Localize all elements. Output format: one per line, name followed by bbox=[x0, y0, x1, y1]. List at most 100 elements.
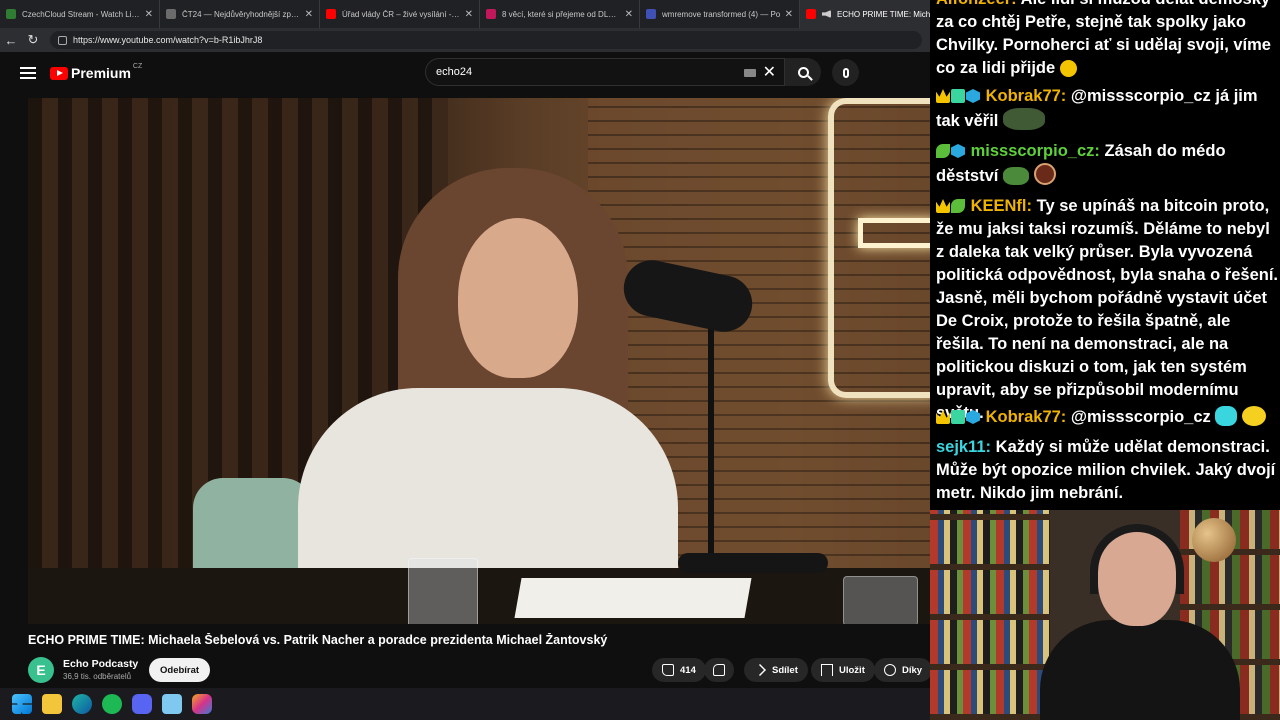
chat-message: Kobrak77: @missscorpio_cz bbox=[936, 406, 1278, 429]
globe-decoration bbox=[1192, 518, 1236, 562]
tab-title: wmremove transformed (4) — Po bbox=[662, 9, 781, 19]
chat-username[interactable]: missscorpio_cz: bbox=[971, 142, 1100, 160]
channel-row: E Echo Podcasty 36,9 tis. odběratelů Ode… bbox=[28, 655, 933, 685]
share-label: Sdílet bbox=[772, 664, 798, 676]
subscribe-button[interactable]: Odebírat bbox=[149, 658, 211, 682]
video-table bbox=[28, 568, 930, 624]
tab-close-icon[interactable]: ✕ bbox=[145, 9, 153, 20]
chat-text: @missscorpio_cz bbox=[1070, 408, 1211, 426]
bookmark-icon bbox=[821, 664, 833, 676]
microphone-icon bbox=[842, 67, 849, 78]
notepad-icon[interactable] bbox=[162, 694, 182, 714]
chat-username[interactable]: Alfonzeer: bbox=[936, 0, 1017, 8]
site-info-icon[interactable] bbox=[58, 35, 67, 45]
address-bar: ← ↻ https://www.youtube.com/watch?v=b-R1… bbox=[0, 28, 930, 52]
youtube-header: Premium CZ echo24 ✕ bbox=[0, 52, 930, 94]
spotify-icon[interactable] bbox=[102, 694, 122, 714]
share-button[interactable]: Sdílet bbox=[744, 658, 808, 682]
tab-title: 8 věcí, které si přejeme od DLC pro bbox=[502, 9, 621, 19]
speaker-icon[interactable] bbox=[822, 10, 831, 18]
tab-close-icon[interactable]: ✕ bbox=[785, 9, 793, 20]
thumbs-down-icon bbox=[713, 664, 725, 676]
screen: CzechCloud Stream - Watch Live o ✕ ČT24 … bbox=[0, 0, 1280, 720]
back-button[interactable]: ← bbox=[0, 29, 22, 51]
video-glass bbox=[408, 558, 478, 624]
broadcaster-crown-icon bbox=[936, 410, 950, 424]
taskbar bbox=[0, 688, 930, 720]
discord-icon[interactable] bbox=[132, 694, 152, 714]
file-explorer-icon[interactable] bbox=[42, 694, 62, 714]
computer-emote-icon bbox=[1215, 406, 1238, 426]
edge-browser-icon[interactable] bbox=[72, 694, 92, 714]
like-count: 414 bbox=[680, 664, 696, 676]
chat-username[interactable]: sejk11: bbox=[936, 438, 991, 456]
video-neon-sign-detail bbox=[858, 218, 930, 248]
tab-czechcloud[interactable]: CzechCloud Stream - Watch Live o ✕ bbox=[0, 0, 160, 28]
tab-title: ECHO PRIME TIME: Micha bbox=[837, 9, 930, 19]
chat-username[interactable]: KEENfl: bbox=[971, 197, 1032, 215]
channel-avatar[interactable]: E bbox=[28, 657, 54, 683]
windows-start-icon[interactable] bbox=[12, 694, 32, 714]
menu-icon[interactable] bbox=[20, 67, 36, 79]
subscriber-cube-icon bbox=[951, 144, 965, 158]
chat-username[interactable]: Kobrak77: bbox=[986, 408, 1067, 426]
url-text: https://www.youtube.com/watch?v=b-R1ibJh… bbox=[73, 35, 263, 45]
chat-username[interactable]: Kobrak77: bbox=[986, 87, 1067, 105]
video-neon-sign bbox=[828, 98, 930, 398]
tab-title: ČT24 — Nejdůvěryhodnější zpravo bbox=[182, 9, 301, 19]
thanks-button[interactable]: Díky bbox=[874, 658, 933, 682]
tab-close-icon[interactable]: ✕ bbox=[465, 9, 473, 20]
search-button[interactable] bbox=[785, 58, 821, 86]
streamer-body bbox=[1040, 620, 1240, 720]
youtube-logo[interactable]: Premium CZ bbox=[50, 62, 143, 81]
country-code: CZ bbox=[132, 62, 143, 70]
like-button[interactable]: 414 bbox=[652, 658, 706, 682]
tab-bar: CzechCloud Stream - Watch Live o ✕ ČT24 … bbox=[0, 0, 930, 28]
youtube-play-icon bbox=[50, 66, 68, 80]
tab-close-icon[interactable]: ✕ bbox=[625, 9, 633, 20]
reload-button[interactable]: ↻ bbox=[22, 29, 44, 51]
duck-emote-icon bbox=[1241, 406, 1266, 426]
video-speaker-face bbox=[458, 218, 578, 378]
tab-echo-prime-time[interactable]: ECHO PRIME TIME: Micha bbox=[800, 0, 930, 28]
share-icon bbox=[754, 664, 766, 676]
copilot-icon[interactable] bbox=[192, 694, 212, 714]
video-mic-base bbox=[678, 553, 828, 573]
streamer-webcam bbox=[930, 510, 1280, 720]
voice-search-button[interactable] bbox=[832, 59, 859, 86]
clear-search-icon[interactable]: ✕ bbox=[763, 62, 776, 82]
tab-ct24[interactable]: ČT24 — Nejdůvěryhodnější zpravo ✕ bbox=[160, 0, 320, 28]
url-field[interactable]: https://www.youtube.com/watch?v=b-R1ibJh… bbox=[50, 31, 922, 49]
tab-title: Úřad vlády ČR – živé vysílání - You bbox=[342, 9, 461, 19]
chat-message: sejk11: Každý si může udělat demonstraci… bbox=[936, 436, 1278, 505]
ball-emote-icon bbox=[1033, 163, 1056, 185]
chat-text: @missscorpio_cz já jim tak věřil bbox=[936, 87, 1258, 130]
thumbs-up-icon bbox=[662, 664, 674, 676]
browser-window: CzechCloud Stream - Watch Live o ✕ ČT24 … bbox=[0, 0, 933, 688]
frog-emote-icon bbox=[1002, 108, 1045, 130]
tab-close-icon[interactable]: ✕ bbox=[305, 9, 313, 20]
tab-title: CzechCloud Stream - Watch Live o bbox=[22, 9, 141, 19]
video-player[interactable] bbox=[28, 98, 930, 624]
dislike-button[interactable] bbox=[704, 658, 734, 682]
subscriber-cube-icon bbox=[966, 89, 980, 103]
thanks-icon bbox=[884, 664, 896, 676]
tab-urad-vlady[interactable]: Úřad vlády ČR – živé vysílání - You ✕ bbox=[320, 0, 480, 28]
tab-wmremove[interactable]: wmremove transformed (4) — Po ✕ bbox=[640, 0, 800, 28]
chat-message: KEENfl: Ty se upínáš na bitcoin proto, ž… bbox=[936, 195, 1278, 425]
grinning-emoji-icon bbox=[1059, 60, 1077, 77]
tab-favicon-icon bbox=[6, 9, 16, 19]
keyboard-icon[interactable] bbox=[744, 69, 756, 77]
chat-message: Kobrak77: @missscorpio_cz já jim tak věř… bbox=[936, 85, 1278, 133]
channel-name[interactable]: Echo Podcasty bbox=[63, 658, 138, 670]
tab-dlc[interactable]: 8 věcí, které si přejeme od DLC pro ✕ bbox=[480, 0, 640, 28]
tab-favicon-icon bbox=[806, 9, 816, 19]
stream-chat: Alfonzeer: Ale lidi si můžou dělat demoš… bbox=[930, 0, 1280, 510]
save-label: Uložit bbox=[839, 664, 865, 676]
save-button[interactable]: Uložit bbox=[811, 658, 875, 682]
search-value: echo24 bbox=[436, 66, 473, 78]
chat-message: missscorpio_cz: Zásah do médo děstství bbox=[936, 140, 1278, 188]
video-title: ECHO PRIME TIME: Michaela Šebelová vs. P… bbox=[28, 633, 608, 647]
tab-favicon-icon bbox=[326, 9, 336, 19]
search-input[interactable]: echo24 ✕ bbox=[425, 58, 785, 86]
